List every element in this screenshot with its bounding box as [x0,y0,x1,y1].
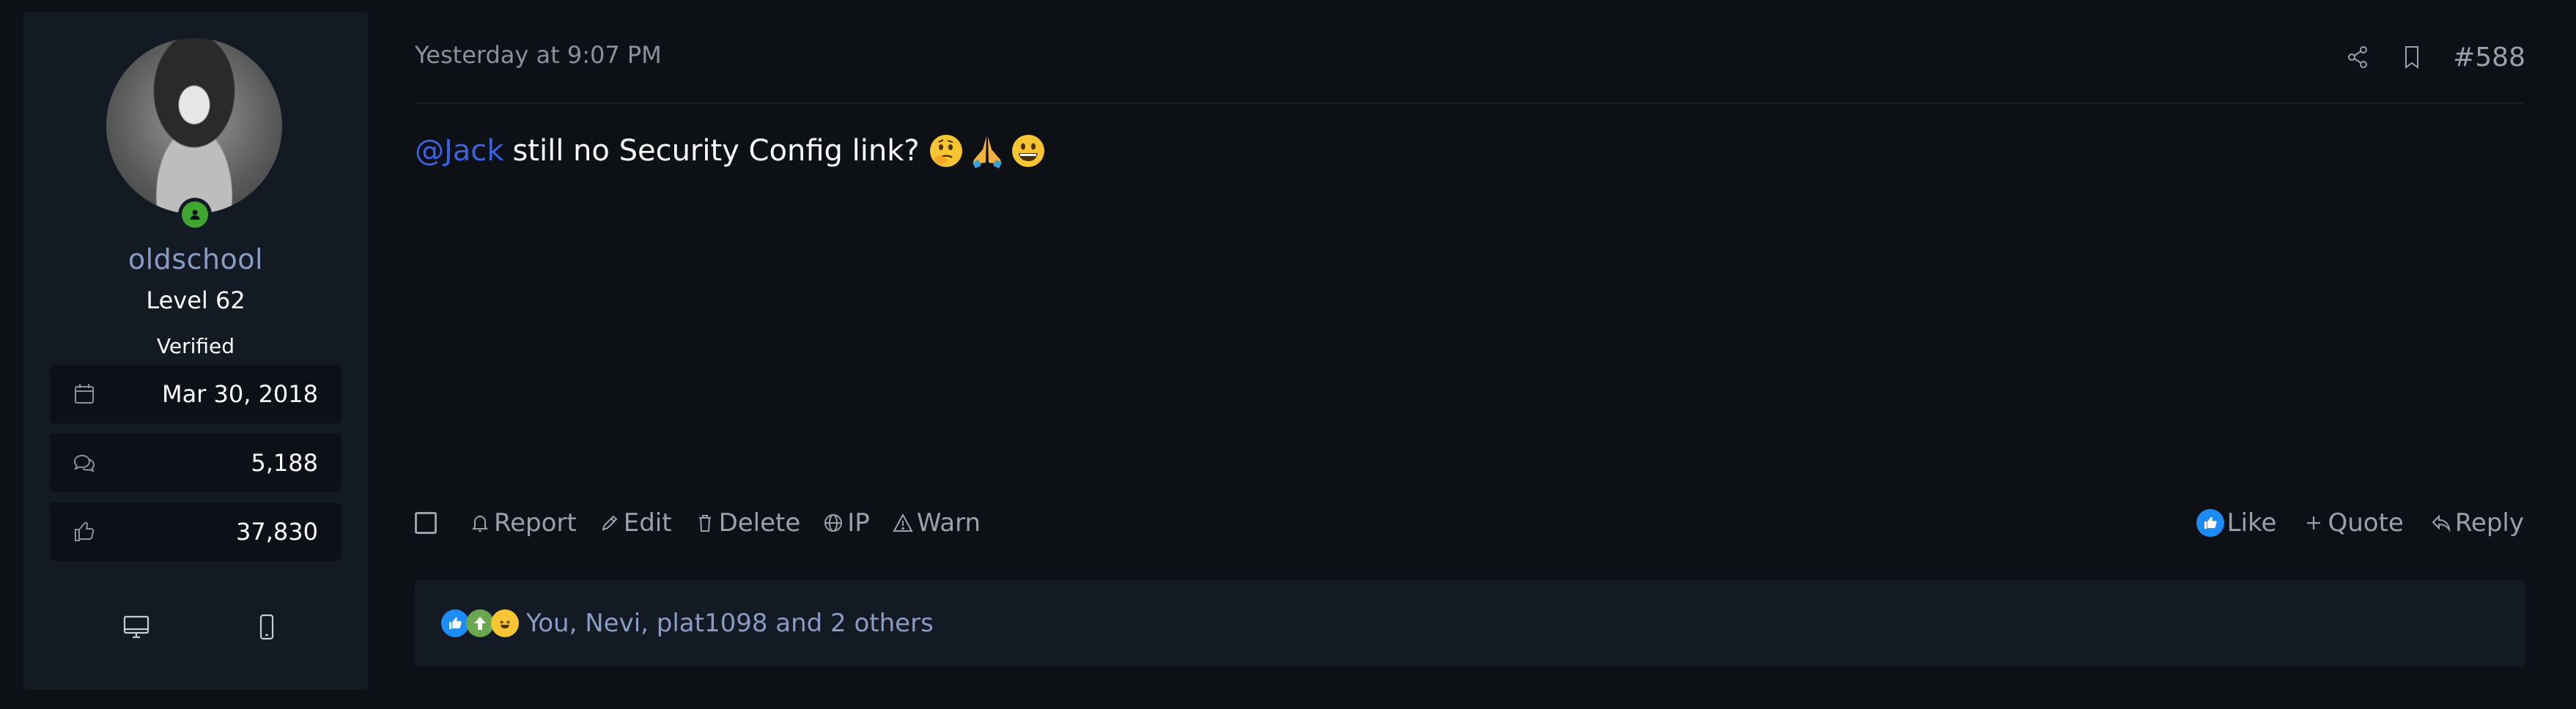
post-header-actions: #588 [2344,37,2525,78]
author-level: Level 62 [146,286,246,314]
avatar-container[interactable] [106,38,282,231]
header-divider [415,103,2524,104]
reactions-stat: 37,830 [50,502,342,561]
thinking-face-icon [927,132,965,170]
joined-date-stat: Mar 30, 2018 [50,365,342,423]
share-icon[interactable] [2344,44,2371,70]
reply-icon [2430,512,2452,534]
messages-count: 5,188 [251,449,318,477]
reactions-count: 37,830 [236,518,318,546]
warning-icon [892,512,914,534]
message-text: still no Security Config link? [512,134,920,168]
post-message: @Jack still no Security Config link? [415,132,1047,170]
delete-button[interactable]: Delete [694,508,800,538]
post-right-actions: Like Quote Reply [2196,501,2524,545]
warn-button[interactable]: Warn [892,508,981,538]
like-button[interactable]: Like [2196,508,2276,538]
verified-badge: Verified [156,334,235,358]
select-post-checkbox[interactable] [415,512,437,534]
quote-button[interactable]: Quote [2303,508,2404,538]
user-mention[interactable]: @Jack [415,134,503,168]
post-date[interactable]: Yesterday at 9:07 PM [415,41,662,69]
reactions-summary[interactable]: You, Nevi, plat1098 and 2 others [526,609,934,638]
desktop-icon [122,612,151,642]
author-sidebar: oldschool Level 62 Verified Mar 30, 2018… [23,12,368,690]
reaction-icons [441,609,519,637]
avatar[interactable] [106,38,282,214]
folded-hands-icon [968,132,1006,170]
report-button[interactable]: Report [469,508,577,538]
messages-stat: 5,188 [50,434,342,492]
upvote-reaction-icon [466,609,494,637]
like-reaction-icon [441,609,469,637]
ip-button[interactable]: IP [822,508,870,538]
plus-icon [2303,512,2325,534]
trash-icon [694,512,716,534]
messages-icon [72,450,97,475]
online-status-icon [178,198,212,231]
laugh-reaction-icon [491,609,519,637]
like-icon [2196,509,2224,537]
calendar-icon [72,382,97,407]
device-row [23,612,368,649]
reply-button[interactable]: Reply [2430,508,2524,538]
grinning-face-icon [1009,132,1047,170]
post-main: Yesterday at 9:07 PM #588 @Jack still no… [415,0,2525,709]
reactions-bar[interactable]: You, Nevi, plat1098 and 2 others [415,580,2525,667]
post-actions-row: Report Edit Delete IP Warn Like Quote Re… [415,501,2525,545]
bookmark-icon[interactable] [2399,44,2425,70]
edit-button[interactable]: Edit [599,508,672,538]
joined-date-value: Mar 30, 2018 [161,380,318,408]
pencil-icon [599,512,621,534]
author-username[interactable]: oldschool [23,243,368,275]
bell-icon [469,512,491,534]
mobile-icon [252,612,281,642]
post-number[interactable]: #588 [2453,42,2525,73]
thumbs-up-icon [72,519,97,544]
globe-icon [822,512,844,534]
